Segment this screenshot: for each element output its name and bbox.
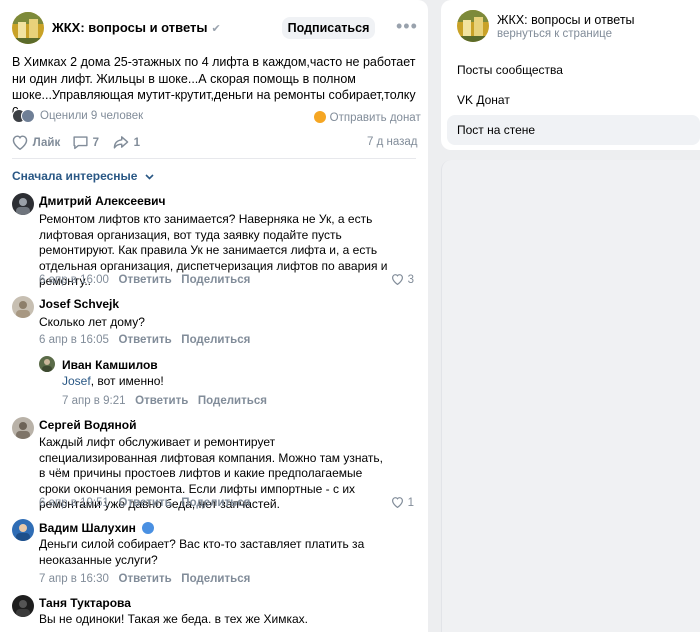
sidebar-card: ЖКХ: вопросы и ответы вернуться к страни… bbox=[441, 0, 700, 150]
comment-author[interactable]: Иван Камшилов bbox=[62, 358, 158, 372]
avatar[interactable] bbox=[12, 595, 34, 617]
comment-date[interactable]: 7 апр в 16:30 bbox=[39, 573, 109, 585]
comment-date[interactable]: 6 апр в 16:00 bbox=[39, 274, 109, 286]
comment-author[interactable]: Вадим Шалухин bbox=[39, 521, 136, 535]
comment-author[interactable]: Josef Schvejk bbox=[39, 297, 119, 311]
sidebar-item-community-posts[interactable]: Посты сообщества bbox=[447, 55, 700, 85]
divider bbox=[12, 158, 416, 159]
share-comment-button[interactable]: Поделиться bbox=[181, 497, 250, 509]
comment-date[interactable]: 7 апр в 9:21 bbox=[62, 395, 126, 407]
mention-link[interactable]: Josef bbox=[62, 374, 91, 388]
comments-sort-toggle[interactable]: Сначала интересные bbox=[12, 169, 154, 183]
avatar[interactable] bbox=[12, 296, 34, 318]
comment-meta: 6 апр в 16:00 Ответить Поделиться bbox=[39, 271, 250, 286]
comments-sort-label: Сначала интересные bbox=[12, 169, 138, 183]
reply-button[interactable]: Ответить bbox=[119, 274, 172, 286]
rated-avatar bbox=[21, 109, 35, 123]
chevron-down-icon bbox=[145, 169, 154, 183]
rated-avatars bbox=[12, 109, 42, 123]
donate-label: Отправить донат bbox=[329, 112, 421, 124]
avatar[interactable] bbox=[12, 193, 34, 215]
community-title[interactable]: ЖКХ: вопросы и ответы ✔ bbox=[52, 20, 221, 35]
check-icon: ✔ bbox=[211, 23, 221, 35]
comment-like[interactable]: 3 bbox=[391, 271, 414, 286]
dots-icon[interactable]: ••• bbox=[396, 17, 418, 35]
heart-icon bbox=[12, 135, 28, 151]
heart-icon bbox=[392, 497, 403, 509]
comment-text: Вы не одиноки! Такая же беда. в тех же Х… bbox=[39, 612, 308, 626]
comment-author[interactable]: Таня Туктарова bbox=[39, 596, 131, 610]
sidebar-background bbox=[441, 160, 700, 632]
comment-author[interactable]: Сергей Водяной bbox=[39, 418, 136, 432]
sidebar-item-vk-donut[interactable]: VK Донат bbox=[447, 85, 700, 115]
comment-icon bbox=[73, 136, 88, 150]
post-card: ЖКХ: вопросы и ответы ✔ Подписаться ••• В… bbox=[0, 0, 428, 632]
avatar[interactable] bbox=[12, 417, 34, 439]
comments-count: 7 bbox=[92, 137, 100, 149]
post-time[interactable]: 7 д назад bbox=[367, 136, 418, 148]
share-comment-button[interactable]: Поделиться bbox=[181, 334, 250, 346]
comment-author[interactable]: Дмитрий Алексеевич bbox=[39, 194, 166, 208]
like-button[interactable]: Лайк bbox=[11, 134, 61, 151]
reply-button[interactable]: Ответить bbox=[119, 334, 172, 346]
comment-date[interactable]: 6 апр в 16:05 bbox=[39, 334, 109, 346]
comment-text: Josef, вот именно! bbox=[62, 374, 402, 390]
reply-text: , вот именно! bbox=[90, 374, 164, 388]
share-comment-button[interactable]: Поделиться bbox=[181, 573, 250, 585]
badge-icon bbox=[141, 522, 154, 534]
sidebar-item-wall-post[interactable]: Пост на стене bbox=[447, 115, 700, 145]
share-button[interactable]: 1 bbox=[112, 134, 140, 150]
like-label: Лайк bbox=[32, 137, 61, 149]
donate-link[interactable]: Отправить донат bbox=[314, 109, 421, 124]
heart-icon bbox=[392, 274, 403, 286]
reply-button[interactable]: Ответить bbox=[119, 497, 172, 509]
community-name[interactable]: ЖКХ: вопросы и ответы bbox=[52, 20, 208, 35]
comments-button[interactable]: 7 bbox=[72, 134, 99, 150]
back-link[interactable]: вернуться к странице bbox=[497, 28, 612, 40]
comment-meta: 7 апр в 16:30 Ответить Поделиться bbox=[39, 570, 250, 585]
share-comment-button[interactable]: Поделиться bbox=[181, 274, 250, 286]
comment-like-count: 1 bbox=[407, 497, 415, 509]
share-comment-button[interactable]: Поделиться bbox=[198, 395, 267, 407]
comment-author-row: Вадим Шалухин bbox=[39, 520, 154, 535]
comment-meta: 7 апр в 9:21 Ответить Поделиться bbox=[62, 392, 267, 407]
avatar[interactable] bbox=[12, 519, 34, 541]
comment-meta: 6 апр в 19:51 Ответить Поделиться bbox=[39, 494, 250, 509]
comment-date[interactable]: 6 апр в 19:51 bbox=[39, 497, 109, 509]
comment-text: Деньги силой собирает? Вас кто-то застав… bbox=[39, 537, 365, 567]
comment-meta: 6 апр в 16:05 Ответить Поделиться bbox=[39, 331, 250, 346]
rated-count[interactable]: Оценили 9 человек bbox=[40, 110, 143, 122]
subscribe-button[interactable]: Подписаться bbox=[282, 17, 375, 39]
sidebar-community-name[interactable]: ЖКХ: вопросы и ответы bbox=[497, 13, 635, 27]
donate-icon bbox=[314, 111, 326, 123]
reply-button[interactable]: Ответить bbox=[119, 573, 172, 585]
community-avatar[interactable] bbox=[12, 12, 44, 44]
comment-like[interactable]: 1 bbox=[391, 494, 414, 509]
shares-count: 1 bbox=[133, 137, 141, 149]
comment-text: Сколько лет дому? bbox=[39, 315, 145, 329]
reply-button[interactable]: Ответить bbox=[135, 395, 188, 407]
sidebar-community-avatar[interactable] bbox=[457, 10, 489, 42]
comment-like-count: 3 bbox=[407, 274, 415, 286]
avatar[interactable] bbox=[39, 356, 55, 372]
share-icon bbox=[113, 136, 129, 149]
